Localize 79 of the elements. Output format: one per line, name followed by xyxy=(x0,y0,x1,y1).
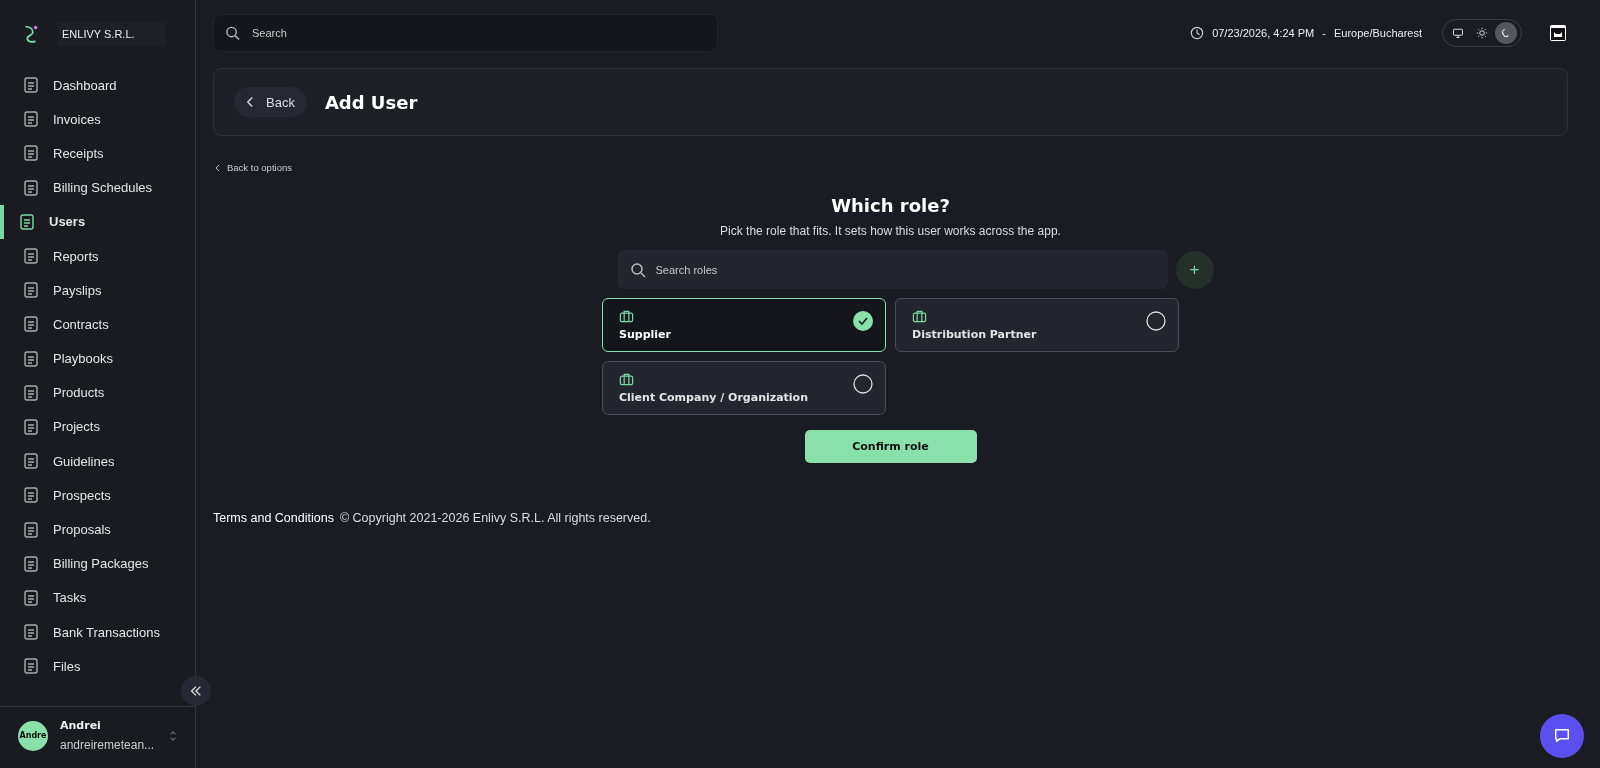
section-subtitle: Pick the role that fits. It sets how this user works across the app. xyxy=(720,224,1061,238)
sidebar-item[interactable]: Billing Packages xyxy=(0,546,157,581)
document-icon xyxy=(22,178,40,197)
sidebar-item[interactable]: Playbooks xyxy=(0,341,121,376)
document-icon xyxy=(22,315,40,334)
role-label: Client Company / Organization xyxy=(619,391,809,404)
briefcase-icon xyxy=(619,372,634,387)
sun-icon xyxy=(1476,27,1488,39)
document-icon xyxy=(22,623,40,642)
moon-button[interactable] xyxy=(1495,22,1517,44)
sidebar-item[interactable]: Projects xyxy=(0,409,108,445)
radio-circle-icon xyxy=(853,374,873,394)
role-label: Supplier xyxy=(619,328,672,341)
company-name: ENLIVY S.R.L. xyxy=(58,22,165,46)
chevron-left-icon xyxy=(215,163,220,172)
document-icon xyxy=(22,417,40,436)
sidebar-item[interactable]: Contracts xyxy=(0,307,117,342)
chat-icon xyxy=(1553,727,1571,745)
sidebar-item[interactable]: Products xyxy=(0,375,113,410)
sidebar-item[interactable]: Bank Transactions xyxy=(0,615,168,650)
sidebar-item[interactable]: Receipts xyxy=(0,136,112,171)
document-icon xyxy=(22,657,40,676)
search-field[interactable]: Search xyxy=(213,14,718,52)
document-icon xyxy=(22,486,40,505)
back-link[interactable]: Back to options xyxy=(213,162,292,173)
radio-circle-icon xyxy=(1146,311,1166,331)
copyright: © Copyright 2021-2026 Enlivy S.R.L. All rights reserved. xyxy=(339,511,651,525)
document-icon xyxy=(18,212,36,231)
confirm-button[interactable]: Confirm role xyxy=(804,430,977,463)
document-icon xyxy=(22,247,40,266)
sidebar-item[interactable]: Payslips xyxy=(0,273,110,308)
check-circle-icon xyxy=(853,311,873,331)
sidebar-item[interactable]: Reports xyxy=(0,238,107,274)
document-icon xyxy=(22,383,40,402)
document-icon xyxy=(22,588,40,607)
sidebar-item[interactable]: Invoices xyxy=(0,102,109,137)
briefcase-icon xyxy=(619,309,634,324)
role-label: Distribution Partner xyxy=(912,328,1038,341)
user-name: Andrei xyxy=(60,719,102,732)
user-email: andreiremetean... xyxy=(60,738,156,752)
date-time: 07/23/2026, 4:24 PM xyxy=(1212,27,1315,39)
search-icon xyxy=(629,261,646,278)
document-icon xyxy=(22,452,40,471)
role-search-field[interactable]: Search roles xyxy=(617,250,1168,289)
sidebar-item[interactable]: Tasks xyxy=(0,580,95,615)
chat-button[interactable] xyxy=(1540,714,1584,758)
sidebar-item[interactable]: Billing Schedules xyxy=(0,170,160,205)
search-icon xyxy=(225,25,240,41)
moon-icon xyxy=(1500,27,1512,39)
document-icon xyxy=(22,349,40,368)
back-button[interactable]: Back xyxy=(234,87,307,117)
sidebar-item[interactable]: Prospects xyxy=(0,478,119,513)
clock-icon xyxy=(1190,26,1205,40)
role-card[interactable]: Distribution Partner xyxy=(895,298,1179,352)
sidebar-item[interactable]: Guidelines xyxy=(0,444,123,479)
separator: - xyxy=(1322,27,1326,39)
page-title: Add User xyxy=(324,91,418,113)
briefcase-icon xyxy=(912,309,927,324)
collapse-button[interactable] xyxy=(181,676,211,706)
document-icon xyxy=(22,144,40,163)
avatar: Andre xyxy=(18,720,48,751)
sidebar-item[interactable]: Proposals xyxy=(0,512,119,547)
document-icon xyxy=(22,76,40,95)
double-chevron-icon xyxy=(189,684,203,698)
timezone: Europe/Bucharest xyxy=(1333,27,1422,39)
sidebar-item[interactable]: Dashboard xyxy=(0,68,125,103)
role-card[interactable]: Client Company / Organization xyxy=(602,361,886,415)
document-icon xyxy=(22,281,40,300)
role-card[interactable]: Supplier xyxy=(602,298,886,352)
document-icon xyxy=(22,110,40,129)
sidebar-item[interactable]: Files xyxy=(0,649,89,684)
chevron-left-icon xyxy=(246,96,254,108)
document-icon xyxy=(22,554,40,573)
sidebar-item[interactable]: Users xyxy=(0,204,94,239)
terms-link[interactable]: Terms and Conditions xyxy=(213,511,334,525)
document-icon xyxy=(22,520,40,539)
add-button[interactable]: + xyxy=(1175,250,1214,289)
monitor-icon xyxy=(1452,27,1464,39)
section-title: Which role? xyxy=(831,195,950,216)
